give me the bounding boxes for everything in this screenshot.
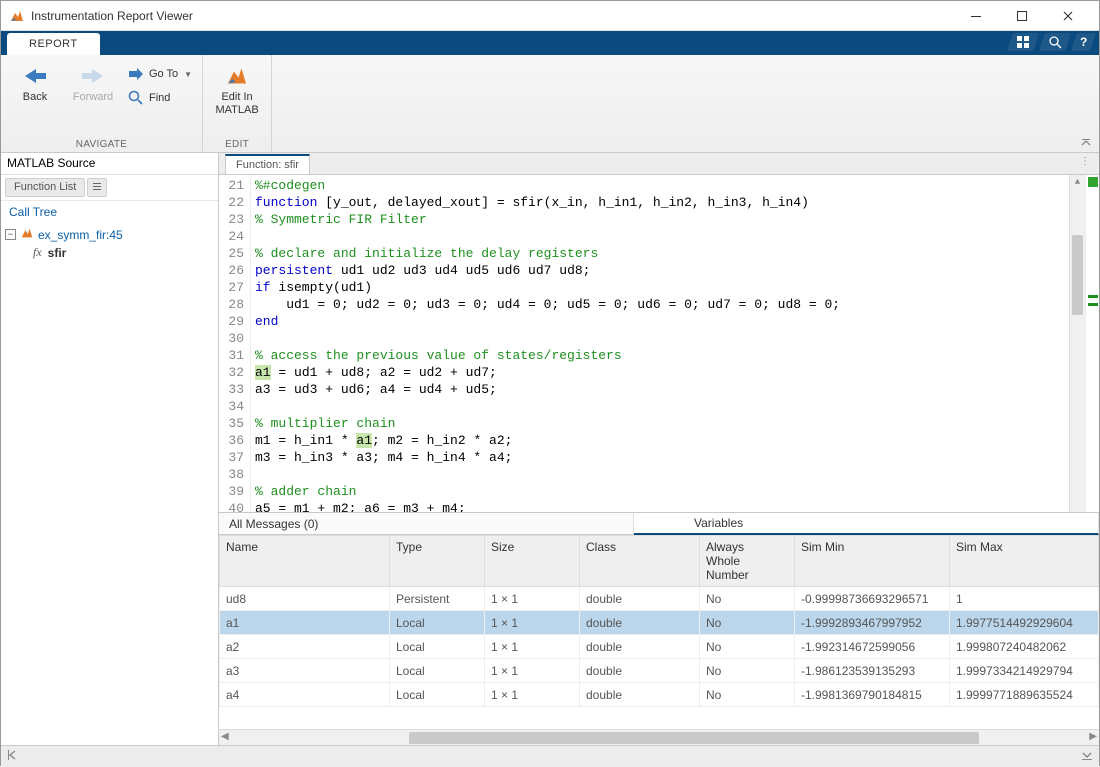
- maximize-button[interactable]: [999, 1, 1045, 31]
- forward-button: Forward: [65, 59, 121, 108]
- titlebar: Instrumentation Report Viewer: [1, 1, 1099, 31]
- tree-item-child[interactable]: fx sfir: [5, 244, 214, 261]
- code-status-ok-icon: [1088, 177, 1098, 187]
- scroll-right-icon[interactable]: ▶: [1089, 731, 1097, 742]
- main-area: MATLAB Source Function List Call Tree − …: [1, 153, 1099, 745]
- table-header[interactable]: Sim Max: [950, 536, 1099, 587]
- variables-table[interactable]: NameTypeSizeClassAlwaysWholeNumberSim Mi…: [219, 535, 1099, 729]
- minimap-mark: [1088, 303, 1098, 306]
- variables-panel: NameTypeSizeClassAlwaysWholeNumberSim Mi…: [219, 535, 1099, 745]
- table-row[interactable]: a4Local1 × 1doubleNo-1.99813697901848151…: [220, 683, 1099, 707]
- code-minimap[interactable]: [1085, 175, 1099, 512]
- table-header[interactable]: Size: [485, 536, 580, 587]
- editor-panel: Function: sfir ⋮ 21222324252627282930313…: [219, 153, 1099, 745]
- status-left-icon[interactable]: [7, 749, 19, 764]
- table-row[interactable]: a3Local1 × 1doubleNo-1.9861235391352931.…: [220, 659, 1099, 683]
- find-button[interactable]: Find: [123, 87, 196, 109]
- tree-collapse-icon[interactable]: −: [5, 229, 16, 240]
- line-gutter: 2122232425262728293031323334353637383940: [219, 175, 251, 512]
- call-tree: − ex_symm_fir:45 fx sfir: [1, 223, 218, 263]
- dropdown-caret-icon: ▼: [184, 70, 192, 79]
- sidebar: MATLAB Source Function List Call Tree − …: [1, 153, 219, 745]
- table-h-scrollbar[interactable]: ◀ ▶: [219, 729, 1099, 745]
- tree-item-root[interactable]: − ex_symm_fir:45: [5, 225, 214, 244]
- toolstrip: Back Forward Go To ▼ Find NAVIGATE: [1, 55, 1099, 153]
- goto-button[interactable]: Go To ▼: [123, 63, 196, 85]
- code-area[interactable]: 2122232425262728293031323334353637383940…: [219, 175, 1099, 513]
- scroll-thumb[interactable]: [409, 732, 979, 744]
- find-icon: [127, 89, 145, 107]
- table-header[interactable]: Class: [580, 536, 700, 587]
- editor-tab-overflow-icon[interactable]: ⋮: [1080, 156, 1091, 167]
- group-label-navigate: NAVIGATE: [7, 137, 196, 152]
- toolstrip-group-navigate: Back Forward Go To ▼ Find NAVIGATE: [1, 55, 203, 152]
- table-header[interactable]: Type: [390, 536, 485, 587]
- function-list-dropdown[interactable]: [87, 178, 107, 197]
- quick-access-search-icon[interactable]: [1039, 33, 1071, 51]
- sidebar-title: MATLAB Source: [1, 153, 218, 175]
- editor-tab-sfir[interactable]: Function: sfir: [225, 154, 310, 174]
- call-tree-link[interactable]: Call Tree: [1, 201, 218, 223]
- close-button[interactable]: [1045, 1, 1091, 31]
- toolstrip-group-edit: Edit In MATLAB EDIT: [203, 55, 272, 152]
- code-content[interactable]: %#codegenfunction [y_out, delayed_xout] …: [251, 175, 1069, 512]
- table-row[interactable]: ud8Persistent1 × 1doubleNo-0.99998736693…: [220, 587, 1099, 611]
- scroll-thumb[interactable]: [1072, 235, 1083, 315]
- table-header[interactable]: Name: [220, 536, 390, 587]
- editor-tabs: Function: sfir ⋮: [219, 153, 1099, 175]
- back-arrow-icon: [22, 63, 48, 89]
- toolstrip-collapse-icon[interactable]: [1079, 136, 1093, 150]
- goto-icon: [127, 65, 145, 83]
- matlab-file-icon: [20, 226, 34, 243]
- tab-variables[interactable]: Variables: [634, 513, 1099, 535]
- window-title: Instrumentation Report Viewer: [31, 9, 953, 23]
- scroll-left-icon[interactable]: ◀: [221, 731, 229, 742]
- scroll-up-icon[interactable]: ▲: [1070, 175, 1085, 189]
- table-header[interactable]: Sim Min: [795, 536, 950, 587]
- status-bar: [1, 745, 1099, 767]
- tab-report[interactable]: REPORT: [7, 33, 100, 55]
- table-row[interactable]: a1Local1 × 1doubleNo-1.99928934679979521…: [220, 611, 1099, 635]
- fx-icon: fx: [33, 245, 42, 260]
- edit-in-matlab-button[interactable]: Edit In MATLAB: [209, 59, 265, 120]
- code-scrollbar[interactable]: ▲: [1069, 175, 1085, 512]
- table-row[interactable]: a2Local1 × 1doubleNo-1.9923146725990561.…: [220, 635, 1099, 659]
- tab-all-messages[interactable]: All Messages (0): [219, 513, 634, 534]
- group-label-edit: EDIT: [209, 137, 265, 152]
- app-logo-icon: [9, 8, 25, 24]
- status-right-icon[interactable]: [1081, 749, 1093, 764]
- quick-access-layout-icon[interactable]: [1007, 33, 1039, 51]
- matlab-logo-icon: [224, 63, 250, 89]
- bottom-tabs: All Messages (0) Variables: [219, 513, 1099, 535]
- ribbon-tab-row: REPORT ?: [1, 31, 1099, 55]
- function-list-button[interactable]: Function List: [5, 178, 85, 197]
- table-header[interactable]: AlwaysWholeNumber: [700, 536, 795, 587]
- forward-arrow-icon: [80, 63, 106, 89]
- back-button[interactable]: Back: [7, 59, 63, 108]
- quick-access-help-icon[interactable]: ?: [1071, 33, 1096, 51]
- minimize-button[interactable]: [953, 1, 999, 31]
- minimap-mark: [1088, 295, 1098, 298]
